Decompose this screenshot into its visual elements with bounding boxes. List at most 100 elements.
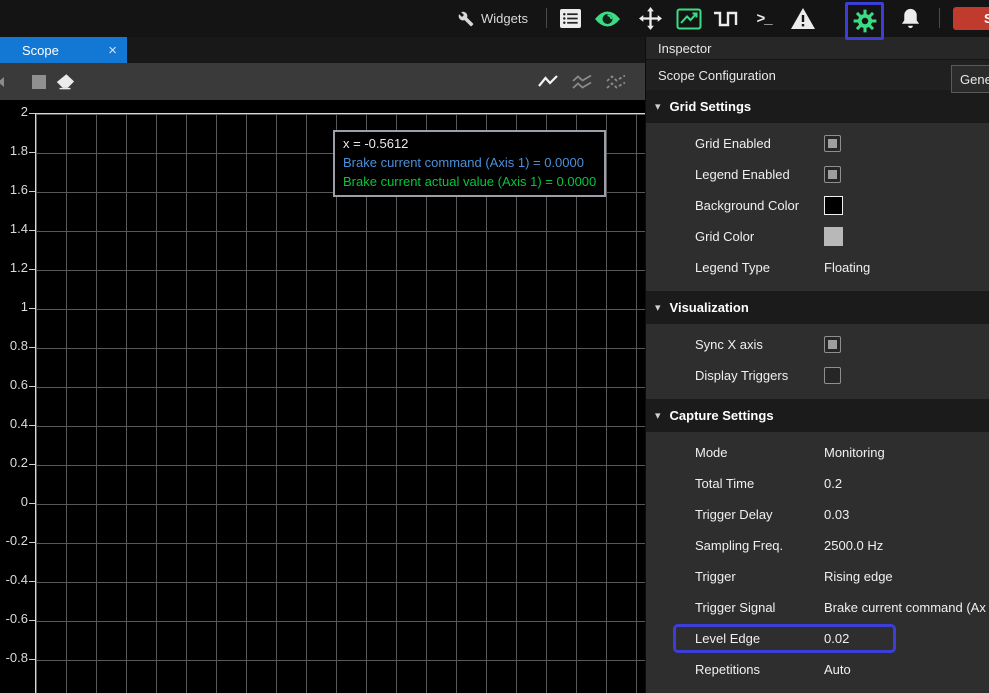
collapse-arrow-icon: ▾ bbox=[655, 100, 661, 113]
trigger-signal-label: Trigger Signal bbox=[695, 600, 824, 615]
row-total-time: Total Time0.2 bbox=[646, 468, 989, 499]
trigger-signal-value[interactable]: Brake current command (Ax bbox=[824, 600, 986, 615]
sync-x-axis-checkbox[interactable] bbox=[824, 336, 841, 353]
section-rows-grid-settings: Grid Enabled Legend Enabled Background Col… bbox=[646, 123, 989, 291]
tab-scope[interactable]: Scope × bbox=[0, 37, 127, 63]
mode-value[interactable]: Monitoring bbox=[824, 445, 885, 460]
y-axis-tick bbox=[29, 581, 35, 582]
tooltip-line-command: Brake current command (Axis 1) = 0.0000 bbox=[343, 153, 596, 172]
close-icon[interactable]: × bbox=[108, 43, 117, 58]
gear-highlight-box bbox=[845, 2, 884, 40]
legend-enabled-label: Legend Enabled bbox=[695, 167, 824, 182]
widgets-button[interactable]: Widgets bbox=[458, 0, 528, 37]
inspector-panel: Inspector Scope Configuration Gene ▾Grid… bbox=[645, 37, 989, 693]
section-title: Grid Settings bbox=[670, 99, 752, 114]
y-axis-tick bbox=[29, 386, 35, 387]
section-header-visualization[interactable]: ▾Visualization bbox=[646, 291, 989, 324]
general-button[interactable]: Gene bbox=[951, 65, 989, 93]
row-background-color: Background Color bbox=[646, 190, 989, 221]
sampling-freq-label: Sampling Freq. bbox=[695, 538, 824, 553]
eye-icon[interactable] bbox=[593, 0, 621, 37]
y-axis-label: 1.6 bbox=[0, 182, 28, 197]
total-time-label: Total Time bbox=[695, 476, 824, 491]
gear-icon[interactable] bbox=[852, 8, 878, 34]
collapse-arrow-icon: ▾ bbox=[655, 409, 661, 422]
widgets-label: Widgets bbox=[481, 11, 528, 26]
y-axis-tick bbox=[29, 503, 35, 504]
scope-toolbar bbox=[0, 63, 645, 100]
bell-icon[interactable] bbox=[896, 0, 924, 37]
scope-configuration-row: Scope Configuration Gene bbox=[646, 60, 989, 90]
display-triggers-label: Display Triggers bbox=[695, 368, 824, 383]
trigger-value[interactable]: Rising edge bbox=[824, 569, 893, 584]
toolbar-divider bbox=[546, 8, 547, 28]
repetitions-value[interactable]: Auto bbox=[824, 662, 851, 677]
section-rows-visualization: Sync X axis Display Triggers bbox=[646, 324, 989, 399]
section-title: Visualization bbox=[670, 300, 749, 315]
chart-area: x = -0.5612 Brake current command (Axis … bbox=[0, 100, 645, 693]
y-axis-tick bbox=[29, 230, 35, 231]
row-grid-enabled: Grid Enabled bbox=[646, 128, 989, 159]
y-axis-label: 0.4 bbox=[0, 416, 28, 431]
square-wave-icon[interactable] bbox=[712, 0, 740, 37]
wrench-icon bbox=[458, 11, 474, 27]
section-header-capture-settings[interactable]: ▾Capture Settings bbox=[646, 399, 989, 432]
mode-label: Mode bbox=[695, 445, 824, 460]
scope-panel: Scope × bbox=[0, 37, 645, 693]
warning-icon[interactable] bbox=[789, 0, 817, 37]
legend-type-value[interactable]: Floating bbox=[824, 260, 870, 275]
eraser-icon[interactable] bbox=[55, 63, 75, 100]
y-axis-label: 0.8 bbox=[0, 338, 28, 353]
move-icon[interactable] bbox=[636, 0, 664, 37]
row-repetitions: RepetitionsAuto bbox=[646, 654, 989, 685]
display-triggers-checkbox[interactable] bbox=[824, 367, 841, 384]
legend-enabled-checkbox[interactable] bbox=[824, 166, 841, 183]
trigger-label: Trigger bbox=[695, 569, 824, 584]
row-sampling-freq: Sampling Freq.2500.0 Hz bbox=[646, 530, 989, 561]
chart-tooltip: x = -0.5612 Brake current command (Axis … bbox=[333, 130, 606, 197]
background-color-swatch[interactable] bbox=[824, 196, 843, 215]
row-level-edge: Level Edge0.02 bbox=[646, 623, 989, 654]
plot-area[interactable] bbox=[35, 113, 645, 693]
legend-type-label: Legend Type bbox=[695, 260, 824, 275]
section-rows-capture-settings: ModeMonitoringTotal Time0.2Trigger Delay… bbox=[646, 432, 989, 693]
y-axis-label: -0.4 bbox=[0, 572, 28, 587]
main-area: Scope × bbox=[0, 37, 989, 693]
sampling-freq-value[interactable]: 2500.0 Hz bbox=[824, 538, 883, 553]
repetitions-label: Repetitions bbox=[695, 662, 824, 677]
chart-icon[interactable] bbox=[675, 0, 703, 37]
section-header-grid-settings[interactable]: ▾ Grid Settings bbox=[646, 90, 989, 123]
top-toolbar: Widgets >_ S bbox=[0, 0, 989, 37]
sync-x-axis-label: Sync X axis bbox=[695, 337, 824, 352]
row-display-triggers: Display Triggers bbox=[646, 360, 989, 391]
y-axis-tick bbox=[29, 659, 35, 660]
y-axis-tick bbox=[29, 152, 35, 153]
grid-color-label: Grid Color bbox=[695, 229, 824, 244]
y-axis-label: 0 bbox=[0, 494, 28, 509]
y-axis-label: 0.6 bbox=[0, 377, 28, 392]
multi-signal-dashed-icon[interactable] bbox=[604, 63, 628, 100]
list-icon[interactable] bbox=[556, 0, 584, 37]
trigger-delay-value[interactable]: 0.03 bbox=[824, 507, 849, 522]
stop-button[interactable]: S bbox=[953, 7, 989, 30]
y-axis-label: -0.8 bbox=[0, 650, 28, 665]
background-color-label: Background Color bbox=[695, 198, 824, 213]
stop-square-icon[interactable] bbox=[32, 63, 46, 100]
grid-enabled-checkbox[interactable] bbox=[824, 135, 841, 152]
y-axis-tick bbox=[29, 620, 35, 621]
level-edge-value[interactable]: 0.02 bbox=[824, 631, 849, 646]
y-axis-tick bbox=[29, 464, 35, 465]
inspector-sections: ▾ Grid Settings Grid Enabled Legend Enabled… bbox=[646, 90, 989, 693]
y-axis-label: 1.8 bbox=[0, 143, 28, 158]
trigger-delay-label: Trigger Delay bbox=[695, 507, 824, 522]
single-signal-icon[interactable] bbox=[536, 63, 560, 100]
tab-bar: Scope × bbox=[0, 37, 645, 63]
total-time-value[interactable]: 0.2 bbox=[824, 476, 842, 491]
multi-signal-icon[interactable] bbox=[570, 63, 594, 100]
row-legend-enabled: Legend Enabled bbox=[646, 159, 989, 190]
grid-color-swatch[interactable] bbox=[824, 227, 843, 246]
y-axis-tick bbox=[29, 113, 35, 114]
grid-enabled-label: Grid Enabled bbox=[695, 136, 824, 151]
terminal-icon[interactable]: >_ bbox=[750, 0, 778, 37]
row-mode: ModeMonitoring bbox=[646, 437, 989, 468]
